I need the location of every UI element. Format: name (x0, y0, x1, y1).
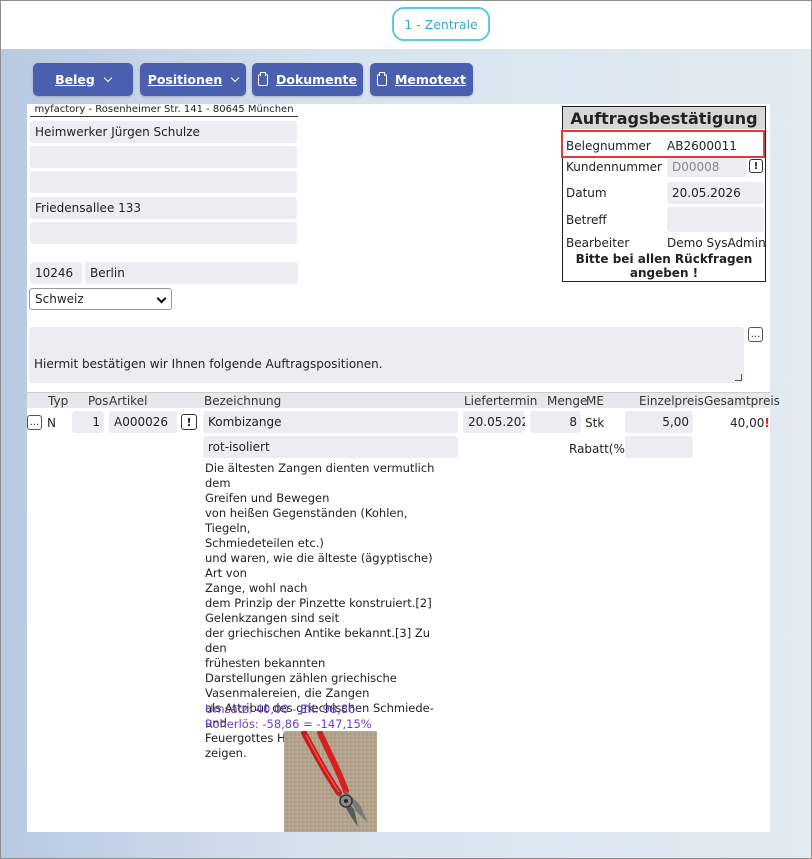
address-line-1[interactable]: Heimwerker Jürgen Schulze (30, 121, 297, 143)
header-gesamtpreis: Gesamtpreis (704, 394, 780, 408)
sender-line: myfactory - Rosenheimer Str. 141 - 80645… (30, 104, 298, 117)
kundennummer-label: Kundennummer (566, 160, 662, 174)
betreff-label: Betreff (566, 213, 607, 227)
row-liefertermin-field[interactable]: 20.05.2026 (463, 411, 525, 433)
rohertrag-text: Roherlös: -58,86 = -147,15% (205, 717, 372, 731)
grid-header: Typ Pos Artikel Bezeichnung Liefertermin… (27, 392, 780, 408)
address-line-2[interactable] (30, 146, 297, 168)
bearbeiter-value: Demo SysAdmin (667, 236, 766, 250)
warning-icon: ! (764, 416, 770, 430)
product-image (284, 731, 377, 832)
header-einzelpreis: Einzelpreis (639, 394, 704, 408)
header-me: ME (586, 394, 604, 408)
dokumente-label: Dokumente (275, 72, 358, 87)
longtext-line: Schmiedeteilen etc.) (205, 536, 324, 550)
chevron-down-icon (156, 293, 167, 304)
beleg-button[interactable]: Beleg (33, 63, 133, 96)
positionen-button[interactable]: Positionen (140, 63, 246, 96)
rabatt-field[interactable] (625, 436, 693, 458)
country-value: Schweiz (35, 292, 84, 306)
row-menu-button[interactable]: ... (27, 415, 42, 430)
header-bezeichnung: Bezeichnung (204, 394, 282, 408)
row-typ: N (47, 416, 56, 430)
positionen-label: Positionen (147, 72, 223, 87)
bearbeiter-label: Bearbeiter (566, 236, 630, 250)
warning-icon[interactable]: ! (749, 159, 763, 173)
country-select[interactable]: Schweiz (29, 288, 172, 310)
betreff-field[interactable] (667, 207, 764, 232)
belegnummer-highlight (561, 130, 765, 158)
pliers-icon (284, 731, 377, 832)
header-liefertermin: Liefertermin (464, 394, 538, 408)
umsatz-text: Umsatz: 40,00 - EK: 98,86 (205, 702, 356, 716)
beleg-label: Beleg (55, 72, 95, 87)
tab-bar: 1 - Zentrale (1, 1, 811, 49)
address-line-3[interactable] (30, 171, 297, 193)
longtext-line: dem Prinzip der Pinzette konstruiert.[2] (205, 596, 432, 610)
chevron-down-icon (231, 73, 240, 83)
row-menge-field[interactable]: 8 (530, 411, 581, 433)
header-typ: Typ (48, 394, 69, 408)
datum-label: Datum (566, 186, 607, 200)
kundennummer-field[interactable]: D00008 (667, 156, 747, 177)
more-options-button[interactable]: ... (748, 327, 763, 342)
header-menge: Menge (547, 394, 588, 408)
tab-zentrale[interactable]: 1 - Zentrale (392, 7, 490, 41)
chevron-down-icon (103, 73, 113, 83)
longtext-line: frühesten bekannten (205, 656, 326, 670)
header-artikel: Artikel (109, 394, 148, 408)
resize-handle[interactable] (735, 374, 742, 381)
header-pos: Pos (88, 394, 109, 408)
article-longtext: Die ältesten Zangen dienten vermutlich d… (205, 461, 450, 761)
document-title: Auftragsbestätigung (563, 107, 765, 129)
row-gesamtpreis-value: 40,00 (730, 416, 765, 430)
intro-textarea[interactable]: Hiermit bestätigen wir Ihnen folgende Au… (29, 327, 744, 383)
row-bezeichnung2-field[interactable]: rot-isoliert (203, 436, 458, 458)
dokumente-button[interactable]: Dokumente (252, 63, 363, 96)
zip-field[interactable]: 10246 (30, 262, 82, 284)
row-pos-field[interactable]: 1 (72, 411, 104, 433)
city-field[interactable]: Berlin (85, 262, 298, 284)
longtext-line: der griechischen Antike bekannt.[3] Zu d… (205, 626, 431, 655)
intro-text: Hiermit bestätigen wir Ihnen folgende Au… (34, 357, 383, 371)
row-bezeichnung-field[interactable]: Kombizange (203, 411, 458, 433)
longtext-line: Die ältesten Zangen dienten vermutlich d… (205, 461, 435, 490)
article-info-icon[interactable]: ! (181, 414, 197, 430)
row-einzelpreis-field[interactable]: 5,00 (625, 411, 693, 433)
longtext-line: und waren, wie die älteste (ägyptische) … (205, 551, 433, 580)
rabatt-label: Rabatt(%) (569, 442, 630, 456)
longtext-line: Zange, wohl nach (205, 581, 308, 595)
reference-note: Bitte bei allen Rückfragen angeben ! (575, 252, 753, 280)
datum-field[interactable]: 20.05.2026 (667, 182, 764, 204)
memotext-label: Memotext (394, 72, 467, 87)
clipboard-icon (376, 71, 387, 86)
longtext-line: Vasenmalereien, die Zangen (205, 686, 370, 700)
row-gesamtpreis: 40,00! (730, 416, 770, 430)
row-artikel-field[interactable]: A000026 (109, 411, 177, 433)
longtext-line: Gelenkzangen sind seit (205, 611, 340, 625)
row-me: Stk (585, 416, 605, 430)
memotext-button[interactable]: Memotext (370, 63, 473, 96)
longtext-line: von heißen Gegenständen (Kohlen, Tiegeln… (205, 506, 408, 535)
clipboard-icon (257, 71, 268, 86)
longtext-line: Darstellungen zählen griechische (205, 671, 397, 685)
longtext-line: Greifen und Bewegen (205, 491, 330, 505)
address-street[interactable]: Friedensallee 133 (30, 197, 297, 219)
address-line-5[interactable] (30, 222, 297, 244)
